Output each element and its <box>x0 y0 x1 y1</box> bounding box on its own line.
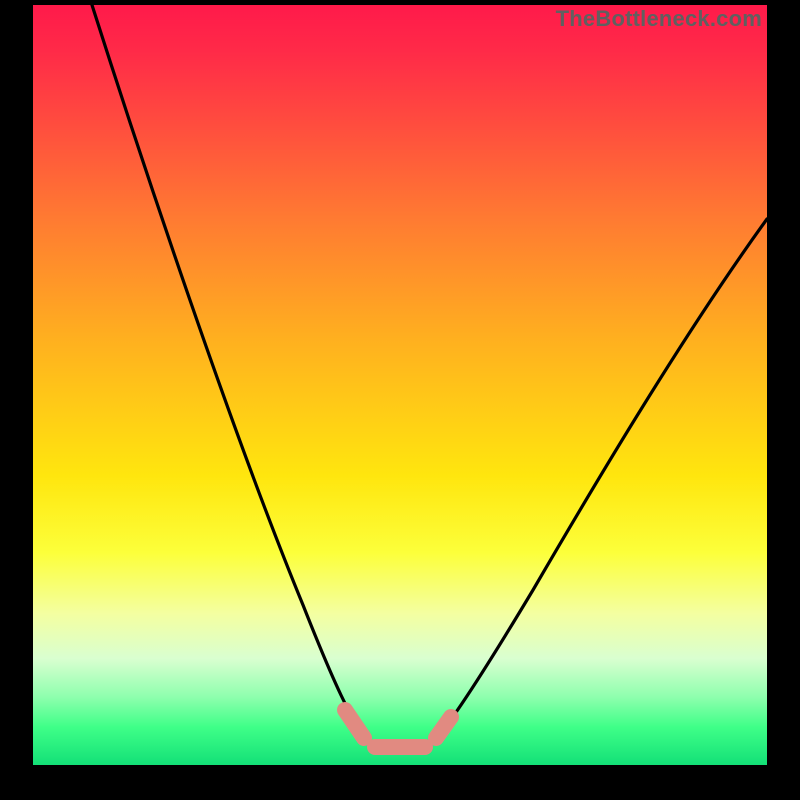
bottleneck-curve <box>33 5 767 765</box>
valley-marker <box>345 710 451 747</box>
chart-frame: TheBottleneck.com <box>0 0 800 800</box>
curve-path <box>92 5 767 751</box>
attribution-text: TheBottleneck.com <box>556 6 762 32</box>
plot-area <box>33 5 767 765</box>
